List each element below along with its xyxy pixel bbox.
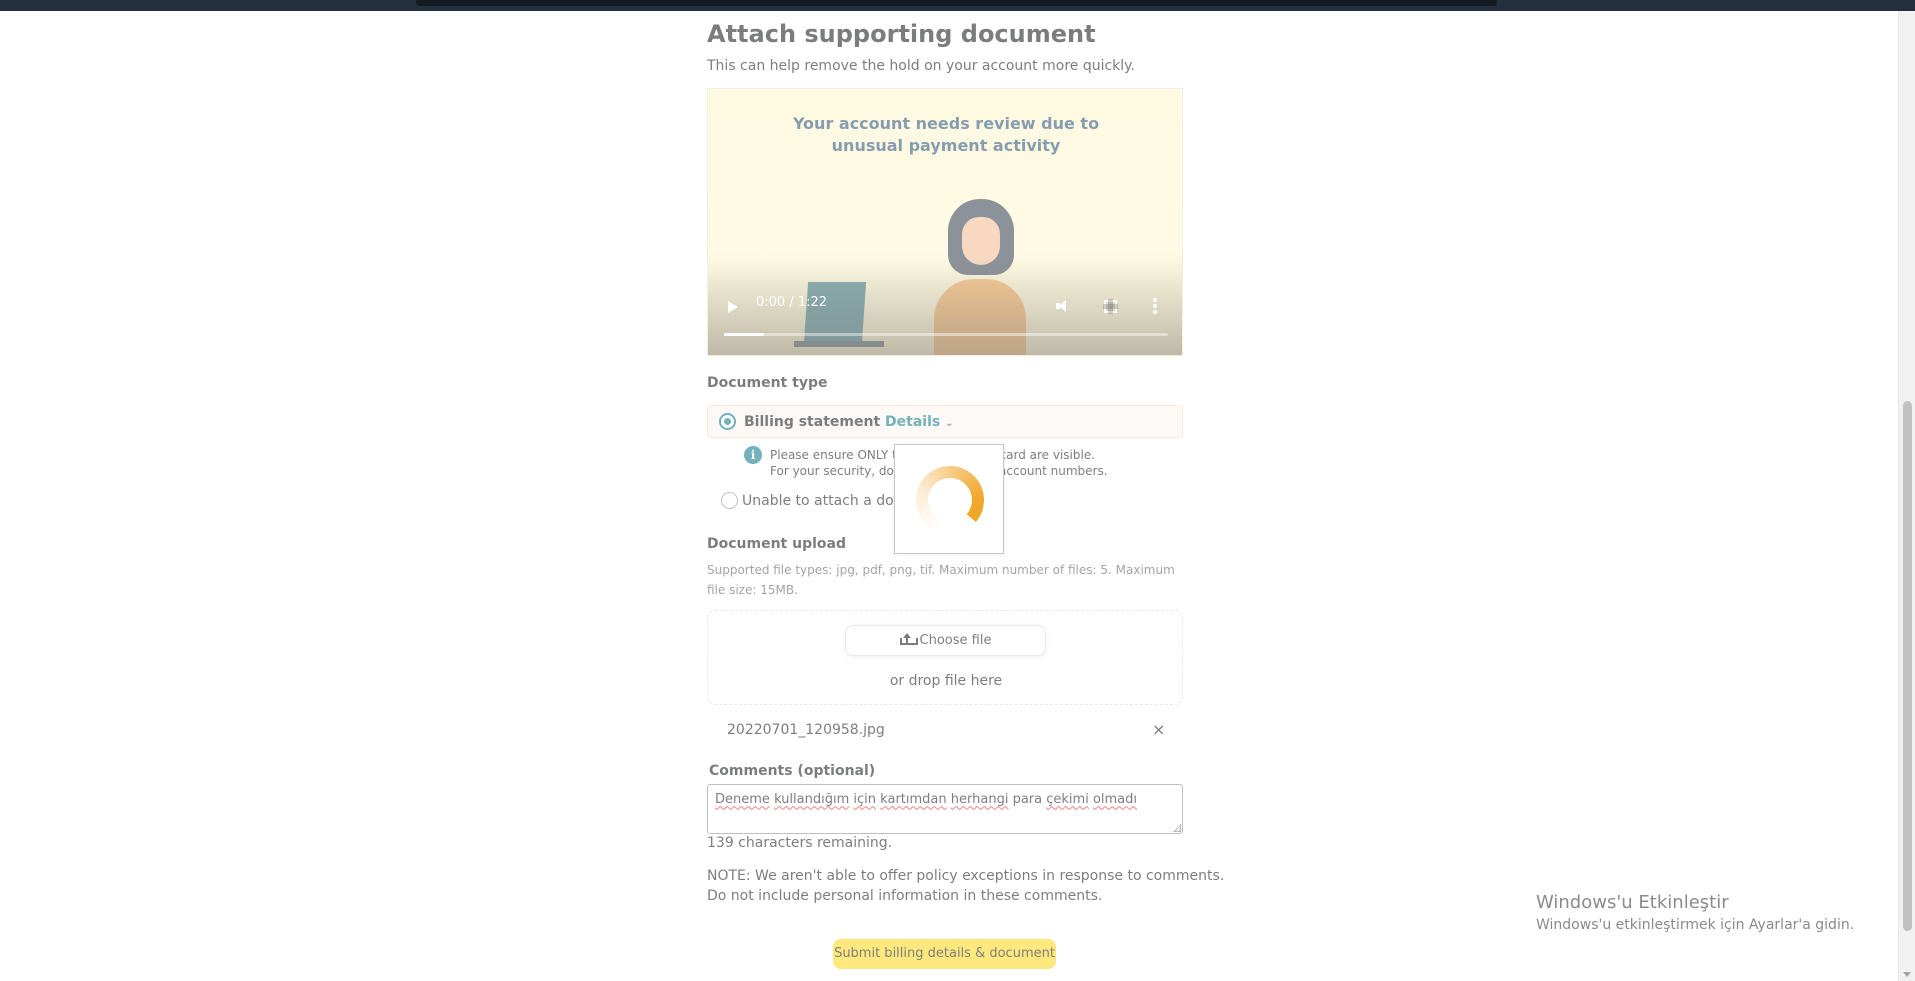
scrollbar-thumb[interactable]	[1903, 401, 1912, 931]
loading-spinner-box	[894, 444, 1004, 554]
browser-top-bar	[0, 0, 1915, 11]
top-bar-inner	[416, 0, 1497, 6]
scroll-down-icon[interactable]	[1903, 972, 1911, 977]
spinner-icon	[916, 466, 984, 534]
scrollbar[interactable]	[1898, 11, 1915, 981]
windows-activation-watermark: Windows'u Etkinleştir Windows'u etkinleş…	[1536, 892, 1855, 933]
